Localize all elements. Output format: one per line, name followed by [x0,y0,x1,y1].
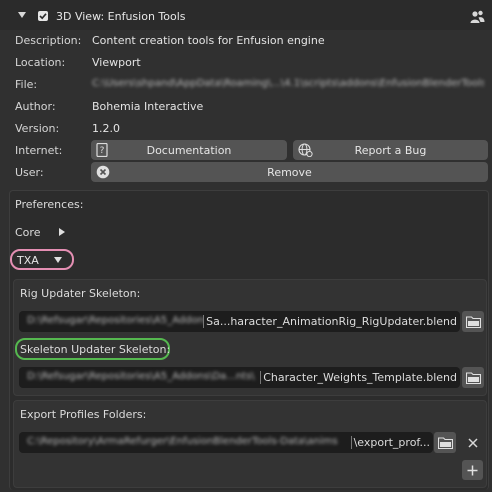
collapse-arrow-icon [54,257,62,263]
collapse-arrow-icon[interactable] [18,12,26,18]
plus-icon [467,465,478,475]
version-label: Version: [15,122,60,135]
globe-bug-icon [298,143,313,160]
user-label: User: [15,166,44,179]
file-path-value: C:\Users\shpand\AppData\Roaming\...\4.1\… [92,78,484,89]
version-value: 1.2.0 [92,122,120,135]
description-value: Content creation tools for Enfusion engi… [92,34,325,47]
skeleton-updater-path-visible: Character_Weights_Template.blend [260,371,457,384]
export-profiles-path-visible: \export_prof... [350,436,430,449]
rig-updater-path-visible: Sa...haracter_AnimationRig_RigUpdater.bl… [203,315,457,328]
checkmark-icon [39,13,47,20]
remove-x-icon [96,165,110,182]
author-value: Bohemia Interactive [92,100,204,113]
svg-text:?: ? [100,146,105,156]
addon-title: 3D View: Enfusion Tools [56,10,186,23]
txa-toggle[interactable]: TXA [10,249,74,270]
report-bug-label: Report a Bug [354,143,427,157]
users-icon[interactable] [470,10,485,27]
preferences-title: Preferences: [15,198,84,211]
folder-icon [465,315,481,328]
report-bug-button[interactable]: Report a Bug [293,140,488,160]
skeleton-updater-path-field[interactable]: D:\Refsugar\Repositories\A5_Addons\Da...… [19,367,460,388]
folder-icon [437,436,453,449]
close-icon [468,438,478,448]
core-toggle[interactable]: Core [15,226,75,242]
expand-arrow-icon [59,228,65,236]
skeleton-updater-path-hidden: D:\Refsugar\Repositories\A5_Addons\Da...… [27,371,255,382]
core-label: Core [15,226,41,239]
internet-label: Internet: [15,144,63,157]
remove-path-button[interactable] [466,436,480,450]
rig-updater-browse-button[interactable] [462,311,484,332]
export-profiles-path-field[interactable]: C:\Repository\ArmaRefurger\EnfusionBlend… [19,432,433,453]
remove-button[interactable]: Remove [91,162,488,182]
enable-checkbox[interactable] [38,11,48,21]
folder-icon [465,371,481,384]
rig-updater-label: Rig Updater Skeleton: [20,287,141,300]
skeleton-updater-browse-button[interactable] [462,367,484,388]
add-path-button[interactable] [462,460,483,480]
export-profiles-path-hidden: C:\Repository\ArmaRefurger\EnfusionBlend… [27,436,338,447]
skeleton-updater-label: Skeleton Updater Skeleton: [20,343,171,356]
file-label: File: [15,78,38,91]
help-document-icon: ? [96,142,108,160]
location-value: Viewport [92,56,141,69]
location-label: Location: [15,56,66,69]
export-profiles-browse-button[interactable] [434,432,456,453]
documentation-label: Documentation [146,143,232,157]
export-profiles-label: Export Profiles Folders: [20,408,147,421]
remove-label: Remove [267,165,312,179]
author-label: Author: [15,100,56,113]
description-label: Description: [15,34,82,47]
rig-updater-path-field[interactable]: D:\Refsugar\Repositories\A5_Addons\ Sa..… [19,311,460,332]
documentation-button[interactable]: ? Documentation [91,140,287,160]
rig-updater-path-hidden: D:\Refsugar\Repositories\A5_Addons\ [27,315,213,326]
txa-label: TXA [17,254,39,267]
